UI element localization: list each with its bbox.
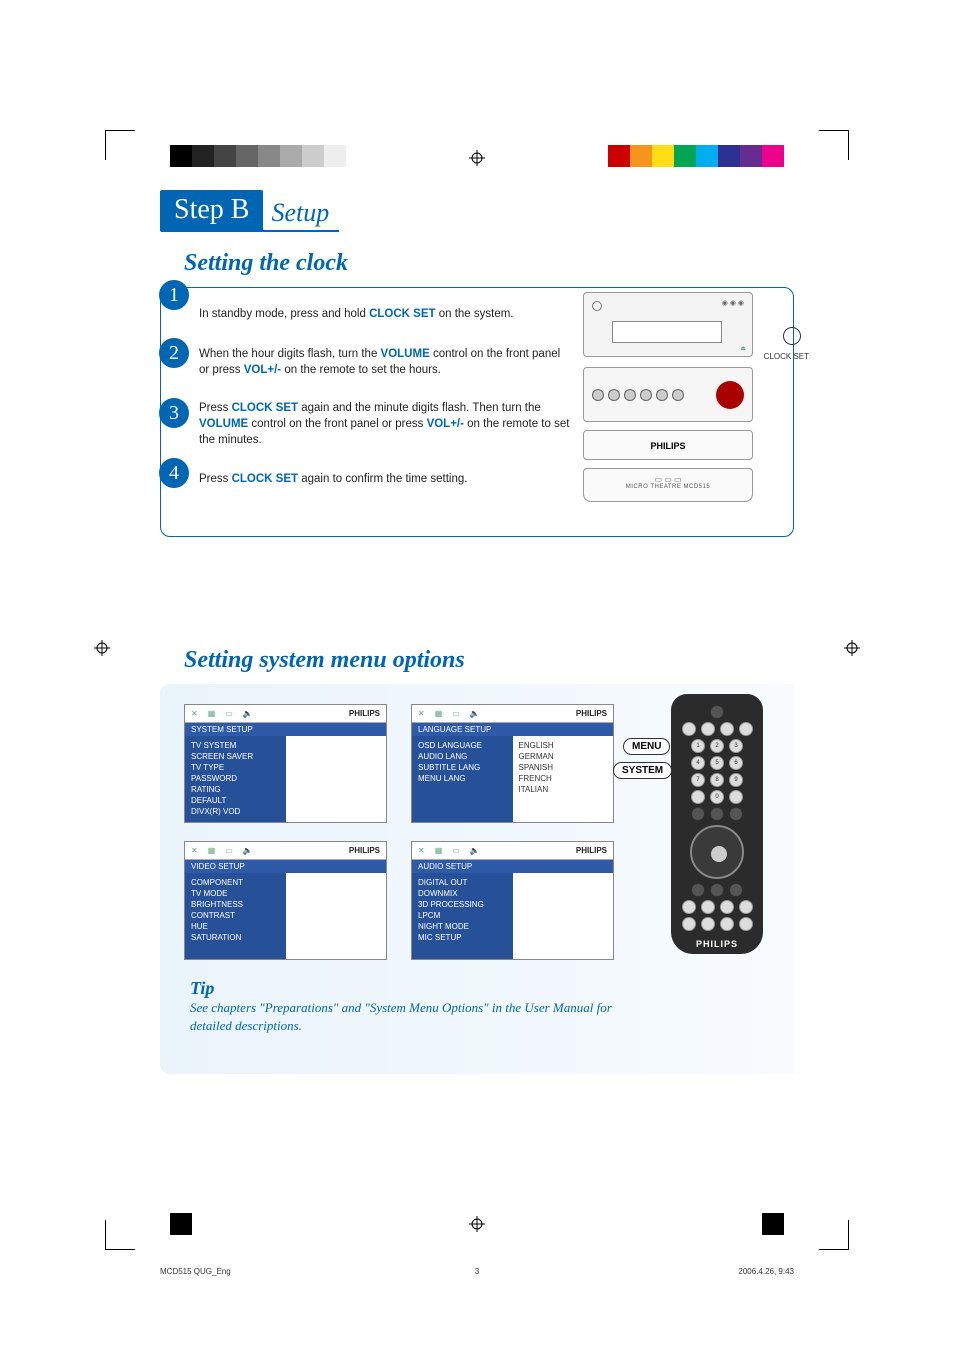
device-illustration: ◉ ◉ ◉ ⏏ CLOCK SET PHILIPS ▭ ▭ ▭ MICRO TH… — [583, 292, 783, 502]
top-indicators: ◉ ◉ ◉ — [722, 299, 744, 307]
open-close-icon: ⏏ — [740, 345, 746, 352]
footer-left: MCD515 QUG_Eng — [160, 1267, 231, 1276]
step-3-text: Press CLOCK SET again and the minute dig… — [199, 400, 573, 448]
remote-brand: PHILIPS — [677, 939, 757, 949]
wrench-icon: ✕ — [418, 709, 425, 718]
osd-brand: PHILIPS — [576, 846, 607, 855]
step-number-1: 1 — [159, 280, 189, 310]
osd-right-list: ENGLISH GERMAN SPANISH FRENCH ITALIAN — [513, 736, 614, 822]
clock-set-label: CLOCK SET — [764, 352, 809, 361]
crop-mark — [819, 130, 849, 160]
osd-left-list: DIGITAL OUT DOWNMIX 3D PROCESSING LPCM N… — [412, 873, 513, 959]
step-number-2: 2 — [159, 338, 189, 368]
section-title-clock: Setting the clock — [184, 250, 794, 277]
registration-mark-icon — [469, 150, 485, 166]
black-swatch — [170, 1213, 192, 1235]
step-number-3: 3 — [159, 398, 189, 428]
tv-icon: ▭ — [225, 846, 233, 855]
footer-right: 2006.4.26, 9:43 — [738, 1267, 794, 1276]
osd-left-list: COMPONENT TV MODE BRIGHTNESS CONTRAST HU… — [185, 873, 286, 959]
crop-mark — [819, 1220, 849, 1250]
osd-title: VIDEO SETUP — [185, 860, 386, 873]
control-panel — [583, 367, 753, 422]
registration-mark-icon — [469, 1216, 485, 1232]
page-footer: MCD515 QUG_Eng 3 2006.4.26, 9:43 — [160, 1267, 794, 1276]
osd-title: AUDIO SETUP — [412, 860, 613, 873]
osd-brand: PHILIPS — [349, 709, 380, 718]
remote-illustration: 123 456 789 0 PHILIPS MENU SYSTEM — [632, 694, 802, 954]
footer-page-number: 3 — [475, 1267, 479, 1276]
black-swatch — [762, 1213, 784, 1235]
osd-left-list: TV SYSTEM SCREEN SAVER TV TYPE PASSWORD … — [185, 736, 286, 822]
speaker-icon: 🔈 — [243, 709, 253, 718]
speaker-icon: 🔈 — [243, 846, 253, 855]
step-subtitle: Setup — [261, 198, 339, 232]
osd-system-setup: ✕ ▦ ▭ 🔈 PHILIPS SYSTEM SETUP TV SYSTEM S… — [184, 704, 387, 823]
osd-left-list: OSD LANGUAGE AUDIO LANG SUBTITLE LANG ME… — [412, 736, 513, 822]
tv-icon: ▭ — [452, 846, 460, 855]
osd-audio-setup: ✕ ▦ ▭ 🔈 PHILIPS AUDIO SETUP DIGITAL OUT … — [411, 841, 614, 960]
power-icon — [710, 705, 724, 719]
registration-mark-icon — [844, 640, 860, 656]
menu-options-panel: ✕ ▦ ▭ 🔈 PHILIPS SYSTEM SETUP TV SYSTEM S… — [160, 684, 794, 1074]
osd-title: LANGUAGE SETUP — [412, 723, 613, 736]
osd-brand: PHILIPS — [576, 709, 607, 718]
tv-icon: ▭ — [225, 709, 233, 718]
callout-system: SYSTEM — [613, 762, 672, 779]
grid-icon: ▦ — [208, 709, 216, 718]
speaker-icon: 🔈 — [470, 709, 480, 718]
clock-set-button-indicator — [783, 327, 801, 345]
step-4-text: Press CLOCK SET again to confirm the tim… — [199, 471, 573, 487]
step-header: Step B Setup — [160, 190, 794, 232]
registration-mark-icon — [94, 640, 110, 656]
osd-video-setup: ✕ ▦ ▭ 🔈 PHILIPS VIDEO SETUP COMPONENT TV… — [184, 841, 387, 960]
grid-icon: ▦ — [435, 709, 443, 718]
step-badge: Step B — [160, 190, 263, 232]
tip-block: Tip See chapters "Preparations" and "Sys… — [190, 978, 614, 1035]
speaker-panel: ▭ ▭ ▭ MICRO THEATRE MCD515 — [583, 468, 753, 502]
callout-menu: MENU — [623, 738, 670, 755]
color-calibration-bar — [608, 145, 784, 167]
section-title-menu: Setting system menu options — [184, 647, 794, 674]
tv-icon: ▭ — [452, 709, 460, 718]
step-1-text: In standby mode, press and hold CLOCK SE… — [199, 302, 573, 322]
step-number-4: 4 — [159, 458, 189, 488]
clock-instructions-box: 1 In standby mode, press and hold CLOCK … — [160, 287, 794, 537]
wrench-icon: ✕ — [191, 709, 198, 718]
grid-icon: ▦ — [435, 846, 443, 855]
volume-knob-icon — [716, 381, 744, 409]
osd-title: SYSTEM SETUP — [185, 723, 386, 736]
lcd-display — [612, 321, 722, 343]
grid-icon: ▦ — [208, 846, 216, 855]
speaker-icon: 🔈 — [470, 846, 480, 855]
power-icon — [592, 301, 602, 311]
wrench-icon: ✕ — [418, 846, 425, 855]
tip-text: See chapters "Preparations" and "System … — [190, 999, 614, 1035]
osd-language-setup: ✕ ▦ ▭ 🔈 PHILIPS LANGUAGE SETUP OSD LANGU… — [411, 704, 614, 823]
crop-mark — [105, 130, 135, 160]
gray-calibration-bar — [170, 145, 346, 167]
dpad-icon — [690, 825, 744, 879]
step-2-text: When the hour digits flash, turn the VOL… — [199, 346, 573, 378]
crop-mark — [105, 1220, 135, 1250]
display-panel: ◉ ◉ ◉ ⏏ — [583, 292, 753, 357]
osd-brand: PHILIPS — [349, 846, 380, 855]
brand-panel: PHILIPS — [583, 430, 753, 460]
wrench-icon: ✕ — [191, 846, 198, 855]
tip-title: Tip — [190, 978, 614, 999]
